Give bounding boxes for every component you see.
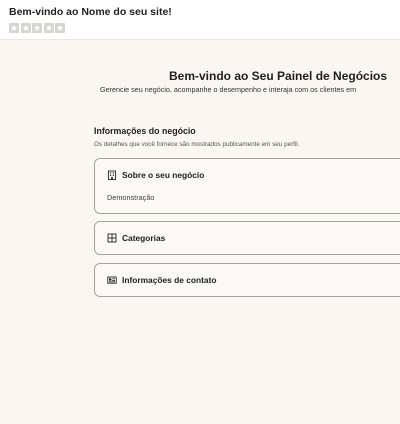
section-title: Informações do negócio [94,126,196,136]
categories-header: Categorias [107,233,165,243]
categories-label: Categorias [122,233,166,243]
contact-info-header: Informações de contato [107,275,216,285]
page-title: Bem-vindo ao Seu Painel de Negócios [169,69,388,83]
star-icon [32,23,42,33]
contact-info-card[interactable]: Informações de contato [94,263,400,297]
about-business-value: Demonstração [107,193,155,202]
star-icon [9,23,19,33]
building-icon [107,170,117,180]
star-icon [20,23,31,33]
grid-icon [107,233,117,243]
contact-info-label: Informações de contato [122,275,217,285]
site-title: Bem-vindo ao Nome do seu site! [9,6,172,18]
contact-card-icon [107,275,117,285]
categories-card[interactable]: Categorias [94,221,400,255]
star-icon [55,23,65,33]
about-business-label: Sobre o seu negócio [122,170,205,180]
about-business-card[interactable]: Sobre o seu negócio Demonstração [94,158,400,214]
rating-stars [9,23,65,33]
section-description: Os detalhes que você fornece são mostrad… [94,141,300,148]
page-subtitle: Gerencie seu negócio, acompanhe o desemp… [100,85,357,94]
star-icon [43,23,54,33]
about-business-header: Sobre o seu negócio [107,170,204,180]
top-bar: Bem-vindo ao Nome do seu site! [0,0,400,40]
